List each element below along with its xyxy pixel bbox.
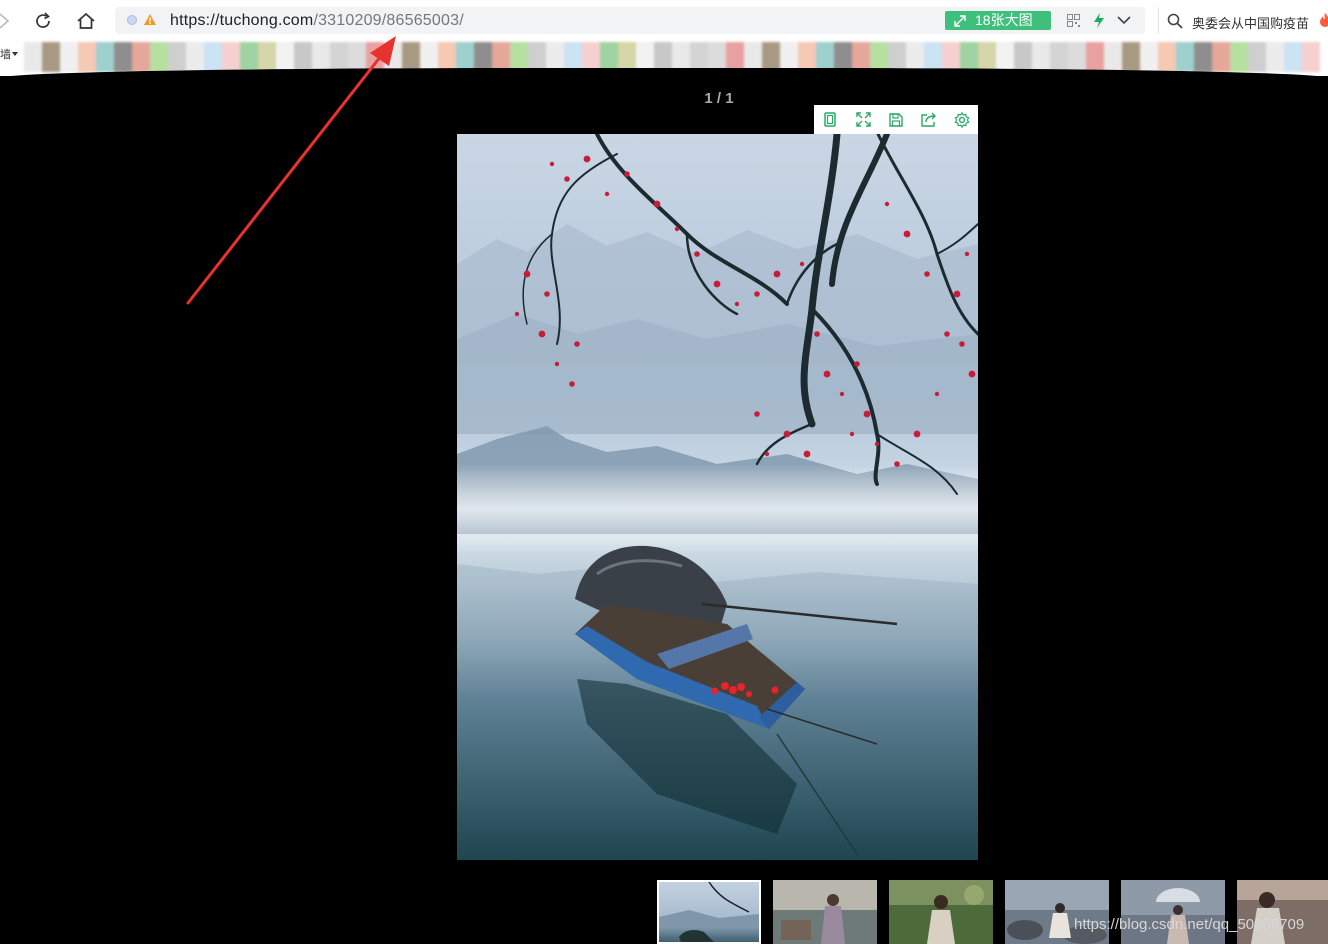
share-icon [921, 112, 936, 127]
url-host: https://tuchong.com [170, 12, 314, 29]
bookmark-folder-label[interactable]: 墙 [0, 46, 11, 62]
fullscreen-icon [855, 112, 871, 127]
reload-icon [36, 12, 50, 28]
original-size-icon [824, 112, 837, 127]
big-image-button[interactable]: 18张大图 [945, 11, 1051, 30]
photo-boat-in-mist [457, 134, 978, 860]
image-toolbar [814, 105, 978, 134]
hot-icon [1320, 13, 1328, 27]
thumbnail-girl-in-field[interactable] [889, 880, 993, 944]
thumbnail-image [773, 880, 877, 944]
address-bar[interactable]: https://tuchong.com/3310209/86565003/ 18… [115, 7, 1145, 34]
home-icon [77, 12, 95, 29]
thumbnail-image [659, 882, 759, 942]
thumbnail-image [1237, 880, 1328, 944]
thumbnail-image [1121, 880, 1225, 944]
thumbnail-portrait-partial[interactable] [1237, 880, 1328, 944]
caret-down-icon [12, 52, 18, 56]
site-info-icon[interactable] [127, 15, 137, 25]
settings-icon [954, 111, 970, 128]
thumbnail-image [889, 880, 993, 944]
thumbnail-boat-in-mist[interactable] [657, 880, 761, 944]
big-image-label: 18张大图 [975, 12, 1033, 28]
expand-icon [945, 14, 975, 27]
thumbnail-woman-with-umbrella[interactable] [1121, 880, 1225, 944]
search-icon [1167, 13, 1183, 29]
bookmark-bar [0, 42, 1328, 78]
settings-button[interactable] [945, 105, 978, 134]
url-path: /3310209/86565003/ [313, 12, 464, 29]
thumbnail-strip [657, 880, 1328, 944]
thumbnail-woman-on-rocks[interactable] [1005, 880, 1109, 944]
url-text[interactable]: https://tuchong.com/3310209/86565003/ [170, 12, 464, 30]
chevron-right-icon [0, 13, 10, 29]
browser-toolbar: https://tuchong.com/3310209/86565003/ 18… [0, 0, 1328, 42]
chevron-down-icon[interactable] [1117, 14, 1131, 26]
warning-icon[interactable] [143, 13, 157, 26]
save-button[interactable] [880, 105, 913, 134]
qr-code-icon[interactable] [1067, 14, 1080, 27]
search-box[interactable]: 奥委会从中国购疫苗 [1158, 7, 1328, 34]
fullscreen-button[interactable] [847, 105, 880, 134]
lightning-icon[interactable] [1093, 12, 1105, 29]
csdn-watermark: https://blog.csdn.net/qq_50958709 [1074, 916, 1305, 933]
search-input[interactable]: 奥委会从中国购疫苗 [1192, 13, 1309, 32]
torn-edge [0, 68, 1328, 78]
main-photo[interactable] [457, 134, 978, 860]
original-size-button[interactable] [814, 105, 847, 134]
share-button[interactable] [912, 105, 945, 134]
thumbnail-girl-by-lake[interactable] [773, 880, 877, 944]
image-counter: 1 / 1 [704, 90, 734, 107]
thumbnail-image [1005, 880, 1109, 944]
forward-button[interactable] [0, 9, 16, 33]
home-button[interactable] [74, 9, 98, 33]
reload-button[interactable] [31, 9, 55, 33]
save-icon [889, 112, 903, 127]
